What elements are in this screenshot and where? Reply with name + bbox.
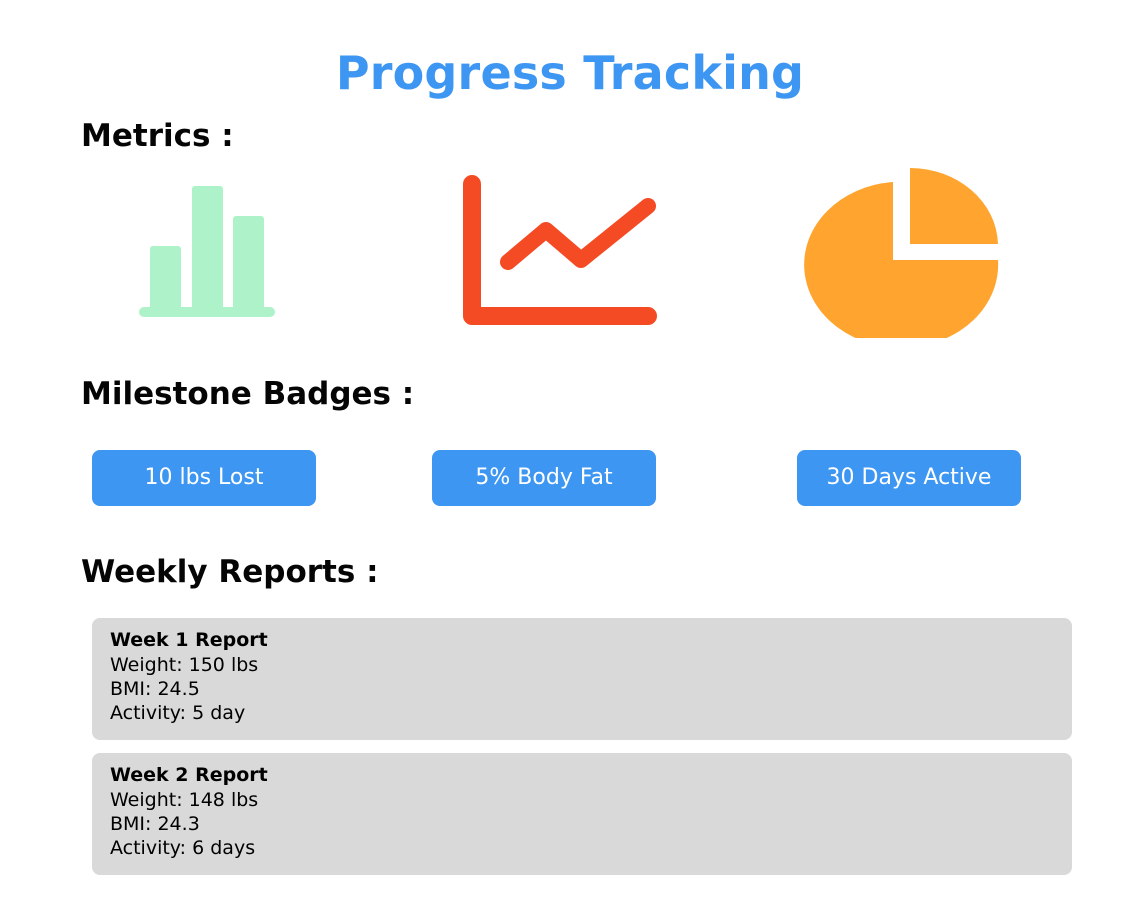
report-weight: Weight: 148 lbs [110, 789, 259, 811]
pie-chart-icon[interactable] [800, 166, 1002, 338]
pie-chart-small-slice [910, 168, 998, 244]
page-title: Progress Tracking [335, 46, 805, 100]
milestone-badges-heading: Milestone Badges : [81, 376, 415, 412]
bar-chart-bar-medium [233, 216, 264, 310]
report-weight: Weight: 150 lbs [110, 654, 259, 676]
report-bmi: BMI: 24.5 [110, 678, 200, 700]
line-chart-trend-line [500, 198, 656, 270]
line-chart-icon[interactable] [458, 172, 664, 328]
week-1-report-card[interactable]: Week 1 Report Weight: 150 lbs BMI: 24.5 … [92, 618, 1072, 740]
bar-chart-icon[interactable] [136, 182, 278, 322]
report-activity: Activity: 5 day [110, 702, 246, 724]
badge-30-days-active[interactable]: 30 Days Active [797, 450, 1021, 506]
metrics-heading: Metrics : [81, 118, 234, 154]
week-2-report-card[interactable]: Week 2 Report Weight: 148 lbs BMI: 24.3 … [92, 753, 1072, 875]
bar-chart-bar-tall [192, 186, 223, 310]
bar-chart-bar-short [150, 246, 181, 310]
report-activity: Activity: 6 days [110, 837, 256, 859]
report-bmi: BMI: 24.3 [110, 813, 200, 835]
badge-10-lbs-lost[interactable]: 10 lbs Lost [92, 450, 316, 506]
report-title: Week 1 Report [110, 629, 268, 651]
badge-5-percent-body-fat[interactable]: 5% Body Fat [432, 450, 656, 506]
report-title: Week 2 Report [110, 764, 268, 786]
weekly-reports-heading: Weekly Reports : [81, 554, 379, 590]
